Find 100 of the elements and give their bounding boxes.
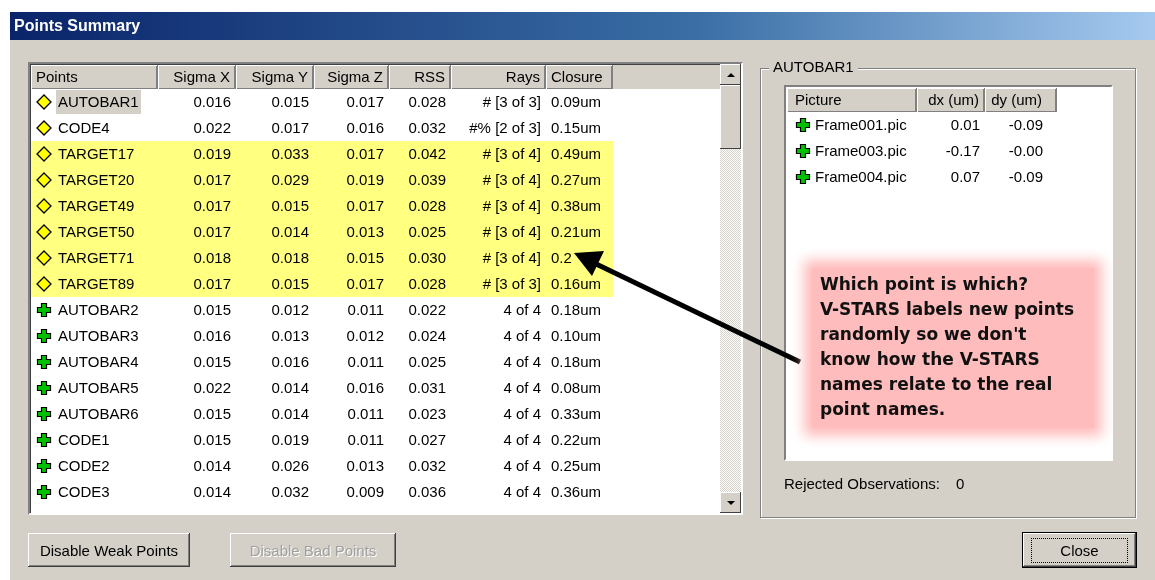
table-cell-text: 0.2 bbox=[550, 248, 573, 268]
column-header[interactable]: Picture bbox=[787, 88, 917, 112]
point-name: TARGET49 bbox=[57, 196, 136, 216]
table-cell-text: 0.016 bbox=[345, 118, 385, 138]
point-name: AUTOBAR6 bbox=[57, 404, 140, 424]
table-cell-text: 0.017 bbox=[345, 196, 385, 216]
table-cell-text: # [3 of 4] bbox=[481, 144, 542, 164]
plus-icon bbox=[36, 380, 52, 396]
table-cell-text: # [3 of 3] bbox=[481, 274, 542, 294]
table-cell-text: 0.018 bbox=[192, 248, 232, 268]
diamond-icon bbox=[36, 94, 52, 110]
table-cell-text: # [3 of 4] bbox=[481, 222, 542, 242]
table-row[interactable]: CODE4 0.022 0.017 0.016 0.032 #% [2 of 3] 0.15um bbox=[31, 115, 720, 141]
table-row[interactable]: AUTOBAR1 0.016 0.015 0.017 0.028 # [3 of 3] 0.09um bbox=[31, 89, 720, 115]
point-name: AUTOBAR2 bbox=[57, 300, 140, 320]
table-row[interactable]: AUTOBAR2 0.015 0.012 0.011 0.022 4 of 4 0.18um bbox=[31, 297, 720, 323]
up-arrow-icon bbox=[725, 71, 736, 78]
table-cell-text: 0.49um bbox=[550, 144, 603, 164]
highlighted-row[interactable]: TARGET49 0.017 0.015 0.017 0.028 # [3 of 4] 0.38um bbox=[31, 193, 613, 219]
table-cell-text: 0.028 bbox=[407, 274, 447, 294]
table-cell-text: 0.08um bbox=[550, 378, 603, 398]
table-cell-text: 0.017 bbox=[192, 196, 232, 216]
rejected-count: 0 bbox=[955, 475, 965, 492]
plus-icon bbox=[36, 302, 52, 318]
table-cell-text: 0.017 bbox=[345, 92, 385, 112]
table-cell-text: 0.022 bbox=[192, 378, 232, 398]
table-row[interactable]: CODE3 0.014 0.032 0.009 0.036 4 of 4 0.36um bbox=[31, 479, 720, 505]
table-cell-text: 0.011 bbox=[346, 300, 385, 320]
table-row[interactable]: CODE1 0.015 0.019 0.011 0.027 4 of 4 0.22um bbox=[31, 427, 720, 453]
table-row[interactable]: CODE2 0.014 0.026 0.013 0.032 4 of 4 0.25um bbox=[31, 453, 720, 479]
point-name: CODE3 bbox=[57, 482, 111, 502]
table-cell-text: 0.013 bbox=[345, 456, 385, 476]
point-name: TARGET50 bbox=[57, 222, 136, 242]
column-header[interactable]: Rays bbox=[451, 65, 546, 89]
table-cell-text: 0.026 bbox=[270, 456, 310, 476]
table-cell-text: 4 of 4 bbox=[502, 404, 542, 424]
table-cell-text: 4 of 4 bbox=[502, 378, 542, 398]
table-cell-text: 4 of 4 bbox=[502, 352, 542, 372]
dialog-button[interactable]: Disable Weak Points bbox=[28, 533, 190, 567]
plus-icon bbox=[795, 117, 811, 133]
table-cell-text: 4 of 4 bbox=[502, 300, 542, 320]
table-cell-text: #% [2 of 3] bbox=[468, 118, 542, 138]
table-cell-text: -0.00 bbox=[1007, 141, 1044, 161]
table-cell-text: 0.017 bbox=[345, 144, 385, 164]
column-header[interactable]: Sigma X bbox=[158, 65, 236, 89]
table-cell-text: 0.015 bbox=[192, 300, 232, 320]
diamond-icon bbox=[36, 120, 52, 136]
point-name: AUTOBAR1 bbox=[56, 90, 141, 114]
column-header[interactable]: Points bbox=[31, 65, 158, 89]
scroll-down-button[interactable] bbox=[720, 492, 741, 513]
table-cell-text: 0.09um bbox=[550, 92, 603, 112]
column-header[interactable]: Sigma Z bbox=[314, 65, 389, 89]
table-cell-text: # [3 of 3] bbox=[481, 92, 542, 112]
table-cell-text: 0.016 bbox=[345, 378, 385, 398]
plus-icon bbox=[36, 484, 52, 500]
column-header[interactable]: Sigma Y bbox=[236, 65, 314, 89]
table-row[interactable]: AUTOBAR5 0.022 0.014 0.016 0.031 4 of 4 0.08um bbox=[31, 375, 720, 401]
diamond-icon bbox=[36, 146, 52, 162]
highlighted-row[interactable]: TARGET89 0.017 0.015 0.017 0.028 # [3 of 3] 0.16um bbox=[31, 271, 613, 297]
point-name: CODE4 bbox=[57, 118, 111, 138]
highlighted-row[interactable]: TARGET17 0.019 0.033 0.017 0.042 # [3 of 4] 0.49um bbox=[31, 141, 613, 167]
table-cell-text: 0.014 bbox=[270, 222, 310, 242]
dialog-button[interactable]: Close bbox=[1023, 533, 1136, 567]
table-cell-text: 0.022 bbox=[192, 118, 232, 138]
table-cell-text: 0.15um bbox=[550, 118, 603, 138]
column-header[interactable]: dy (um) bbox=[985, 88, 1057, 112]
table-cell-text: 4 of 4 bbox=[502, 326, 542, 346]
table-cell-text: 0.014 bbox=[192, 482, 232, 502]
table-cell-text: 0.022 bbox=[407, 300, 447, 320]
table-cell-text: -0.17 bbox=[944, 141, 981, 161]
table-cell-text: # [3 of 4] bbox=[481, 170, 542, 190]
window-title: Points Summary bbox=[10, 12, 1155, 40]
table-cell-text: 0.027 bbox=[407, 430, 447, 450]
table-cell-text: 0.07 bbox=[949, 167, 981, 187]
highlighted-row[interactable]: TARGET20 0.017 0.029 0.019 0.039 # [3 of 4] 0.27um bbox=[31, 167, 613, 193]
table-cell-text: 0.015 bbox=[270, 196, 310, 216]
column-header[interactable]: RSS bbox=[389, 65, 451, 89]
table-cell-text: 0.028 bbox=[407, 92, 447, 112]
table-cell-text: 0.030 bbox=[407, 248, 447, 268]
table-cell-text: 0.33um bbox=[550, 404, 603, 424]
table-cell-text: 0.012 bbox=[270, 300, 310, 320]
table-cell-text: 0.031 bbox=[407, 378, 447, 398]
scroll-thumb[interactable] bbox=[720, 85, 741, 149]
column-header[interactable]: Closure bbox=[546, 65, 613, 89]
table-row[interactable]: AUTOBAR6 0.015 0.014 0.011 0.023 4 of 4 0.33um bbox=[31, 401, 720, 427]
highlighted-row[interactable]: TARGET71 0.018 0.018 0.015 0.030 # [3 of 4] 0.2 bbox=[31, 245, 613, 271]
table-cell-text: 0.017 bbox=[345, 274, 385, 294]
table-cell-text: 0.36um bbox=[550, 482, 603, 502]
diamond-icon bbox=[36, 250, 52, 266]
table-cell-text: 0.019 bbox=[270, 430, 310, 450]
point-name: TARGET89 bbox=[57, 274, 136, 294]
column-header[interactable]: dx (um) bbox=[917, 88, 985, 112]
table-cell-text: 0.036 bbox=[407, 482, 447, 502]
picture-name: Frame004.pic bbox=[815, 167, 907, 187]
table-cell-text: 0.023 bbox=[407, 404, 447, 424]
scroll-up-button[interactable] bbox=[720, 64, 741, 85]
highlighted-row[interactable]: TARGET50 0.017 0.014 0.013 0.025 # [3 of 4] 0.21um bbox=[31, 219, 613, 245]
table-cell-text: 0.01 bbox=[949, 115, 981, 135]
table-row[interactable]: AUTOBAR3 0.016 0.013 0.012 0.024 4 of 4 0.10um bbox=[31, 323, 720, 349]
table-row[interactable]: AUTOBAR4 0.015 0.016 0.011 0.025 4 of 4 0.18um bbox=[31, 349, 720, 375]
